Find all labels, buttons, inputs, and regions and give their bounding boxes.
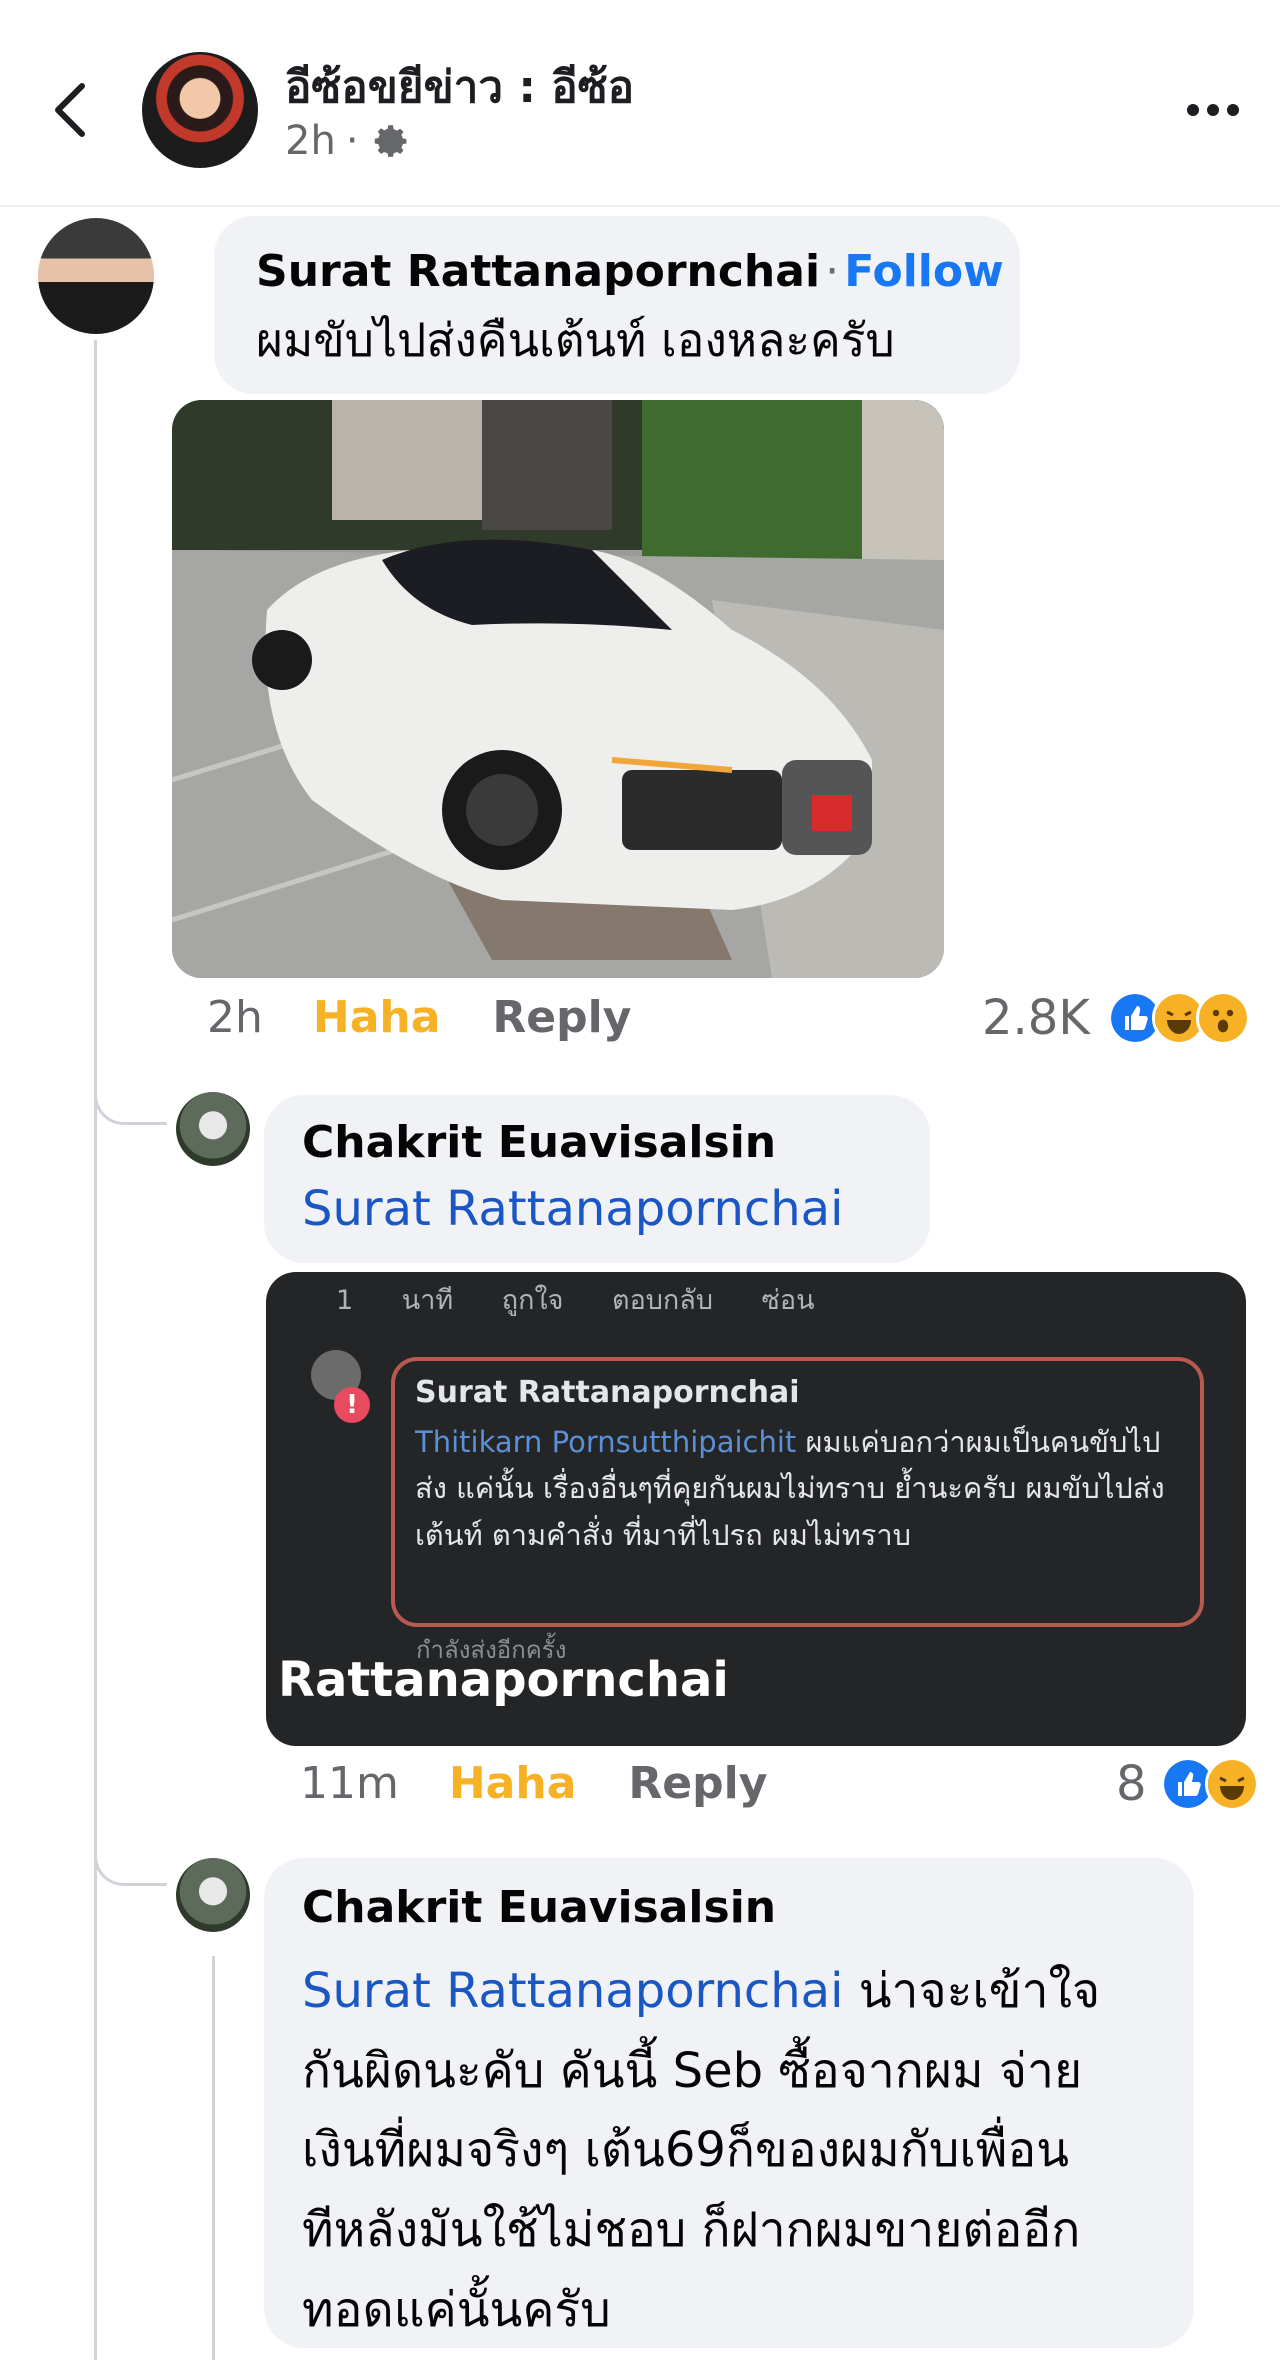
follow-separator: · bbox=[825, 246, 840, 297]
comment-author[interactable]: Chakrit Euavisalsin bbox=[302, 1882, 776, 1933]
haha-reaction-icon bbox=[1204, 1757, 1259, 1811]
post-time: 2h bbox=[285, 118, 336, 164]
post-header: อีซ้อขยีข่าว : อีซ้อ 2h · bbox=[0, 0, 1280, 207]
reaction-count: 2.8K bbox=[982, 990, 1090, 1046]
page-avatar[interactable] bbox=[142, 52, 258, 168]
more-options-icon[interactable] bbox=[1185, 95, 1241, 125]
screenshot-mention: Thitikarn Pornsutthipaichit bbox=[415, 1425, 797, 1459]
comment-author[interactable]: Chakrit Euavisalsin bbox=[302, 1117, 776, 1168]
reply-button[interactable]: Reply bbox=[628, 1758, 767, 1809]
comment-actions: 2h Haha Reply bbox=[207, 992, 631, 1043]
comment-bubble: Chakrit Euavisalsin Surat Rattanaporncha… bbox=[264, 1858, 1194, 2348]
comment-body: น่าจะเข้าใจกันผิดนะคับ คันนี้ Seb ซื้อจา… bbox=[302, 1963, 1101, 2338]
reaction-summary[interactable]: 2.8K bbox=[982, 990, 1250, 1046]
screenshot-author: Surat Rattanapornchai bbox=[415, 1375, 800, 1410]
avatar[interactable] bbox=[176, 1092, 250, 1166]
thread-line-main bbox=[94, 340, 97, 2360]
reaction-count: 8 bbox=[1116, 1756, 1147, 1812]
comment-time[interactable]: 11m bbox=[300, 1758, 399, 1809]
car-photo-image bbox=[172, 400, 944, 978]
screenshot-caption: Rattanapornchai bbox=[278, 1652, 729, 1708]
comment-screenshot[interactable]: 1 นาที ถูกใจ ตอบกลับ ซ่อน ! Surat Rattan… bbox=[266, 1272, 1246, 1746]
thread-line-branch-1 bbox=[94, 1082, 167, 1125]
avatar[interactable] bbox=[176, 1858, 250, 1932]
screenshot-action-bar: 1 นาที ถูกใจ ตอบกลับ ซ่อน bbox=[336, 1285, 815, 1316]
comment-text: Surat Rattanapornchai น่าจะเข้าใจกันผิดน… bbox=[302, 1952, 1132, 2350]
follow-button[interactable]: Follow bbox=[844, 246, 1004, 297]
comment-actions: 11m Haha Reply bbox=[300, 1758, 767, 1809]
thread-line-reply bbox=[212, 1956, 215, 2360]
comment-time[interactable]: 2h bbox=[207, 992, 263, 1043]
meta-separator: · bbox=[345, 118, 359, 164]
comment-bubble: Surat Rattanapornchai · Follow ผมขับไปส่… bbox=[214, 216, 1020, 394]
page-title[interactable]: อีซ้อขยีข่าว : อีซ้อ bbox=[285, 52, 634, 122]
wow-reaction-icon bbox=[1195, 991, 1250, 1045]
comment-photo[interactable] bbox=[172, 400, 944, 978]
haha-button[interactable]: Haha bbox=[313, 992, 441, 1043]
comment-author[interactable]: Surat Rattanapornchai bbox=[256, 246, 820, 297]
warning-icon: ! bbox=[334, 1387, 370, 1423]
comment-bubble: Chakrit Euavisalsin Surat Rattanaporncha… bbox=[264, 1095, 930, 1263]
reaction-summary[interactable]: 8 bbox=[1116, 1756, 1259, 1812]
screenshot-comment-box: Surat Rattanapornchai Thitikarn Pornsutt… bbox=[391, 1357, 1204, 1627]
comment-mention[interactable]: Surat Rattanapornchai bbox=[302, 1963, 843, 2019]
post-meta: 2h · bbox=[285, 118, 411, 164]
chevron-left-icon[interactable] bbox=[50, 80, 90, 140]
comment-mention[interactable]: Surat Rattanapornchai bbox=[302, 1175, 843, 1243]
avatar[interactable] bbox=[38, 218, 154, 334]
comment-text: ผมขับไปส่งคืนเต้นท์ เองหละครับ bbox=[256, 313, 895, 367]
gear-icon bbox=[374, 125, 406, 157]
reply-button[interactable]: Reply bbox=[492, 992, 631, 1043]
screenshot-text: Thitikarn Pornsutthipaichit ผมแค่บอกว่าผ… bbox=[415, 1419, 1185, 1558]
thread-line-branch-2 bbox=[94, 1843, 167, 1886]
haha-button[interactable]: Haha bbox=[449, 1758, 577, 1809]
